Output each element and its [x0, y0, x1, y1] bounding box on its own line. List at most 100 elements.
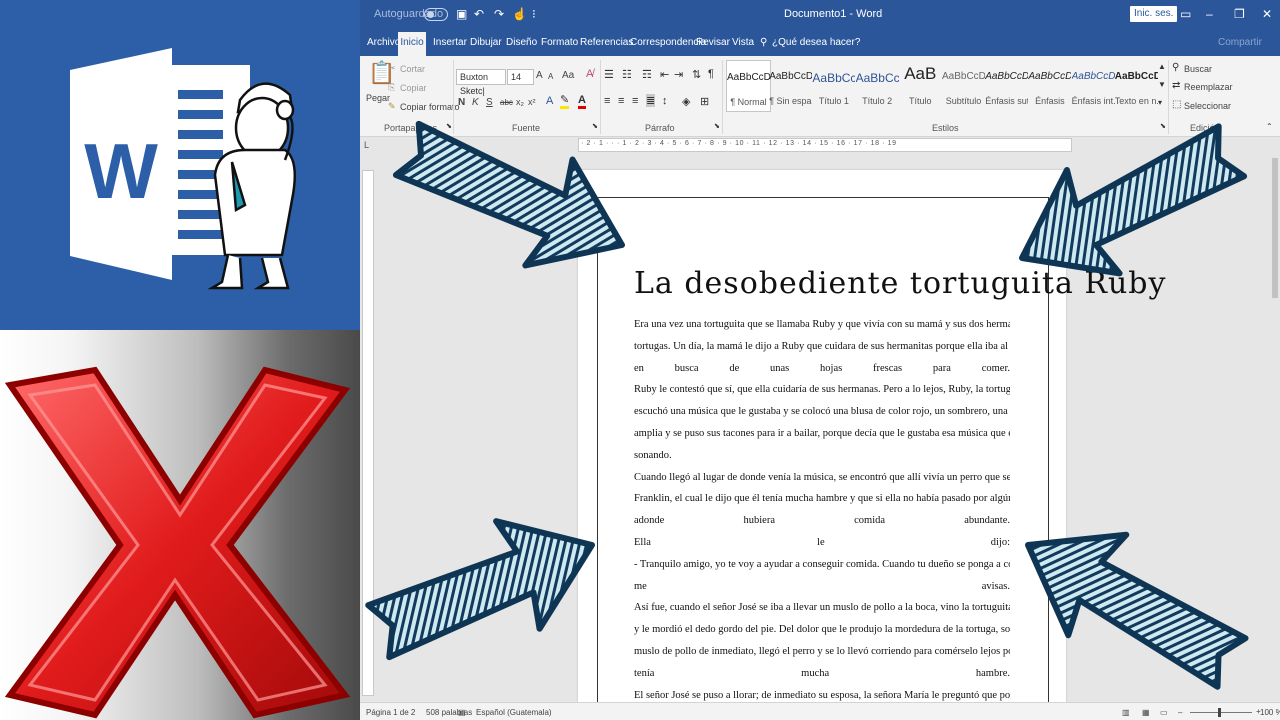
italic-button[interactable]: K: [472, 97, 479, 108]
bullets-icon[interactable]: ☰: [604, 68, 614, 81]
multilevel-list-icon[interactable]: ☶: [642, 68, 652, 81]
document-line[interactable]: Cuando llegó al lugar de donde venía la …: [634, 467, 1010, 489]
document-line[interactable]: tenía mucha hambre.: [634, 663, 1010, 685]
zoom-slider-thumb[interactable]: [1218, 708, 1221, 717]
underline-button[interactable]: S: [486, 97, 493, 108]
minimize-icon[interactable]: –: [1206, 6, 1213, 22]
document-line[interactable]: escuchó una música que le gustaba y se c…: [634, 401, 1010, 423]
zoom-out-icon[interactable]: –: [1178, 708, 1182, 717]
style-7[interactable]: AaBbCcDd Énfasis: [1028, 60, 1071, 110]
dialog-launcher-icon[interactable]: ⬊: [592, 122, 598, 130]
find-icon[interactable]: ⚲: [1172, 62, 1179, 73]
cut-button[interactable]: Cortar: [400, 64, 425, 74]
document-line[interactable]: en busca de unas hojas frescas para come…: [634, 358, 1010, 380]
align-center-icon[interactable]: ≡: [618, 95, 624, 107]
document-line[interactable]: tortugas. Un día, la mamá le dijo a Ruby…: [634, 336, 1010, 358]
tab-selector-icon[interactable]: L: [364, 140, 369, 150]
tab-vista[interactable]: Vista: [732, 37, 754, 48]
language-status[interactable]: Español (Guatemala): [476, 708, 552, 717]
replace-icon[interactable]: ⇄: [1172, 80, 1180, 91]
zoom-level[interactable]: 100 %: [1260, 708, 1280, 717]
increase-indent-icon[interactable]: ⇥: [674, 68, 683, 81]
maximize-icon[interactable]: ❐: [1234, 6, 1245, 22]
style-3[interactable]: AaBbCcC Título 2: [856, 60, 899, 110]
gallery-down-icon[interactable]: ▼: [1158, 80, 1166, 89]
show-marks-icon[interactable]: ¶: [708, 68, 714, 80]
replace-button[interactable]: Reemplazar: [1184, 82, 1233, 92]
select-icon[interactable]: ⬚: [1172, 99, 1181, 110]
document-line[interactable]: Franklin, el cual le dijo que él tenía m…: [634, 488, 1010, 510]
document-line[interactable]: adonde hubiera comida abundante.: [634, 510, 1010, 532]
document-page[interactable]: La desobediente tortuguita Ruby Era una …: [578, 170, 1165, 720]
dialog-launcher-icon[interactable]: ⬊: [446, 122, 452, 130]
document-line[interactable]: muslo de pollo de inmediato, llegó el pe…: [634, 641, 1010, 663]
justify-icon[interactable]: ≣: [646, 94, 656, 107]
share-button[interactable]: Compartir: [1218, 37, 1262, 48]
document-line[interactable]: Era una vez una tortuguita que se llamab…: [634, 314, 1010, 336]
subscript-button[interactable]: x₂: [516, 97, 524, 107]
sort-icon[interactable]: ⇅: [692, 68, 701, 81]
save-icon[interactable]: ▣: [456, 6, 467, 22]
bold-button[interactable]: N: [458, 97, 465, 108]
page-count[interactable]: Página 1 de 2: [366, 708, 415, 717]
document-line[interactable]: me avisas.: [634, 576, 1010, 598]
highlight-icon[interactable]: ✎: [560, 95, 570, 109]
tab-diseno[interactable]: Diseño: [506, 37, 537, 48]
document-line[interactable]: Ella le dijo:: [634, 532, 1010, 554]
cut-icon[interactable]: ✂: [388, 63, 396, 74]
touch-mode-icon[interactable]: ☝: [512, 6, 527, 22]
style-8[interactable]: AaBbCcDd Énfasis int...: [1072, 60, 1115, 110]
document-line[interactable]: Ruby le contestó que sí, que ella cuidar…: [634, 379, 1010, 401]
autosave-toggle[interactable]: [424, 8, 448, 21]
undo-icon[interactable]: ↶: [474, 6, 484, 22]
shading-icon[interactable]: ◈: [682, 95, 690, 108]
vertical-scrollbar[interactable]: [1270, 140, 1280, 700]
document-line[interactable]: y le mordió el dedo gordo del pie. Del d…: [634, 619, 1010, 641]
paste-button[interactable]: Pegar: [366, 93, 390, 103]
tab-inicio[interactable]: Inicio: [398, 32, 426, 56]
collapse-ribbon-icon[interactable]: ⌃: [1266, 122, 1273, 131]
tab-dibujar[interactable]: Dibujar: [470, 37, 502, 48]
sign-in-button[interactable]: Inic. ses.: [1130, 6, 1178, 22]
font-size-select[interactable]: 14: [507, 69, 534, 85]
style-9[interactable]: AaBbCcDc Texto en n...: [1115, 60, 1158, 110]
tab-revisar[interactable]: Revisar: [696, 37, 730, 48]
scrollbar-thumb[interactable]: [1272, 158, 1278, 298]
read-mode-icon[interactable]: ▥: [1122, 708, 1130, 717]
style-1[interactable]: AaBbCcDd ¶ Sin espa...: [769, 60, 812, 110]
web-layout-icon[interactable]: ▭: [1160, 708, 1168, 717]
style-4[interactable]: AaB Título: [899, 60, 942, 110]
grow-font-button[interactable]: A: [536, 70, 543, 81]
align-left-icon[interactable]: ≡: [604, 95, 610, 107]
customize-qat-icon[interactable]: ⁝: [532, 6, 536, 22]
style-5[interactable]: AaBbCcD Subtítulo: [942, 60, 985, 110]
copy-icon[interactable]: ⎘: [388, 82, 395, 93]
proofing-icon[interactable]: ▤: [458, 708, 466, 717]
superscript-button[interactable]: x²: [528, 97, 536, 107]
vertical-ruler[interactable]: [362, 170, 374, 696]
font-name-select[interactable]: Buxton Sketc|: [456, 69, 506, 96]
document-line[interactable]: Así fue, cuando el señor José se iba a l…: [634, 597, 1010, 619]
document-body[interactable]: Era una vez una tortuguita que se llamab…: [634, 314, 1010, 706]
format-painter-button[interactable]: Copiar formato: [400, 102, 460, 112]
numbering-icon[interactable]: ☷: [622, 68, 632, 81]
redo-icon[interactable]: ↷: [494, 6, 504, 22]
clear-formatting-icon[interactable]: A̸: [586, 68, 593, 80]
document-line[interactable]: - Tranquilo amigo, yo te voy a ayudar a …: [634, 554, 1010, 576]
text-effects-icon[interactable]: A: [546, 95, 553, 107]
decrease-indent-icon[interactable]: ⇤: [660, 68, 669, 81]
gallery-up-icon[interactable]: ▲: [1158, 62, 1166, 71]
document-title[interactable]: La desobediente tortuguita Ruby: [634, 266, 1165, 301]
tab-correspondencia[interactable]: Correspondencia: [630, 37, 706, 48]
format-painter-icon[interactable]: ✎: [388, 101, 396, 112]
gallery-more-icon[interactable]: ▾: [1158, 98, 1162, 107]
align-right-icon[interactable]: ≡: [632, 95, 638, 107]
tab-insertar[interactable]: Insertar: [433, 37, 467, 48]
dialog-launcher-icon[interactable]: ⬊: [714, 122, 720, 130]
select-button[interactable]: Seleccionar: [1184, 101, 1231, 111]
find-button[interactable]: Buscar: [1184, 64, 1212, 74]
dialog-launcher-icon[interactable]: ⬊: [1160, 122, 1166, 130]
tell-me-search[interactable]: ¿Qué desea hacer?: [772, 37, 860, 48]
print-layout-icon[interactable]: ▦: [1142, 708, 1150, 717]
horizontal-ruler[interactable]: · 2 · 1 · · · 1 · 2 · 3 · 4 · 5 · 6 · 7 …: [578, 138, 1072, 152]
